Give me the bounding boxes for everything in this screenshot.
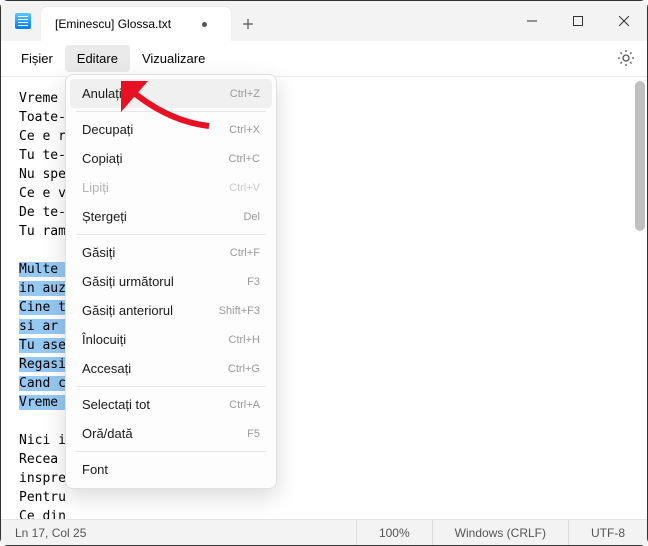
menu-item-shortcut: Ctrl+H — [229, 334, 260, 346]
menu-item-ordat[interactable]: Oră/dată F5 — [70, 419, 272, 448]
statusbar: Ln 17, Col 25 100% Windows (CRLF) UTF-8 — [1, 519, 647, 545]
menu-item-decupai[interactable]: Decupați Ctrl+X — [70, 115, 272, 144]
notepad-app-icon — [15, 13, 31, 29]
menu-vizualizare[interactable]: Vizualizare — [130, 45, 217, 72]
tab-title: [Eminescu] Glossa.txt — [55, 17, 192, 31]
menu-item-copiai[interactable]: Copiați Ctrl+C — [70, 144, 272, 173]
menu-item-shortcut: Ctrl+X — [229, 124, 260, 136]
menu-item-gsiianteriorul[interactable]: Găsiți anteriorul Shift+F3 — [70, 296, 272, 325]
minimize-icon — [527, 16, 537, 26]
menu-item-label: Găsiți — [82, 245, 115, 260]
maximize-button[interactable] — [555, 1, 601, 41]
menu-item-anulai[interactable]: Anulați Ctrl+Z — [70, 79, 272, 108]
menu-item-shortcut: F5 — [247, 428, 260, 440]
menu-editare[interactable]: Editare — [65, 45, 130, 72]
menu-item-shortcut: Ctrl+Z — [230, 88, 260, 100]
minimize-button[interactable] — [509, 1, 555, 41]
menu-item-shortcut: Del — [243, 211, 260, 223]
menu-item-selectaitot[interactable]: Selectați tot Ctrl+A — [70, 390, 272, 419]
menu-item-shortcut: Ctrl+A — [229, 399, 260, 411]
gear-icon — [617, 49, 635, 67]
menu-item-label: Găsiți anteriorul — [82, 303, 173, 318]
menu-item-shortcut: F3 — [247, 276, 260, 288]
scrollbar-thumb[interactable] — [635, 81, 645, 231]
menu-item-accesai[interactable]: Accesați Ctrl+G — [70, 354, 272, 383]
menu-item-gsii[interactable]: Găsiți Ctrl+F — [70, 238, 272, 267]
new-tab-button[interactable] — [231, 7, 265, 41]
menu-item-tergei[interactable]: Ștergeți Del — [70, 202, 272, 231]
menubar: FișierEditareVizualizare — [1, 41, 647, 77]
menu-item-label: Anulați — [82, 86, 122, 101]
plus-icon — [242, 18, 254, 30]
line-ending[interactable]: Windows (CRLF) — [432, 520, 568, 545]
menu-item-shortcut: Ctrl+C — [229, 153, 260, 165]
menu-fișier[interactable]: Fișier — [9, 45, 65, 72]
titlebar: [Eminescu] Glossa.txt — [1, 1, 647, 41]
menu-item-label: Ștergeți — [82, 209, 127, 224]
menu-separator — [76, 451, 266, 452]
menu-item-label: Găsiți următorul — [82, 274, 174, 289]
menu-item-shortcut: Shift+F3 — [219, 305, 260, 317]
editor-line: Pentru — [19, 488, 629, 507]
menu-item-gsiiurmtorul[interactable]: Găsiți următorul F3 — [70, 267, 272, 296]
vertical-scrollbar[interactable] — [635, 81, 645, 515]
maximize-icon — [573, 16, 583, 26]
menu-item-font[interactable]: Font — [70, 455, 272, 484]
encoding[interactable]: UTF-8 — [568, 520, 647, 545]
menu-item-nlocuii[interactable]: Înlocuiți Ctrl+H — [70, 325, 272, 354]
menu-separator — [76, 386, 266, 387]
menu-item-shortcut: Ctrl+V — [229, 182, 260, 194]
unsaved-indicator-icon — [202, 22, 207, 27]
menu-item-shortcut: Ctrl+G — [228, 363, 260, 375]
menu-item-label: Copiați — [82, 151, 122, 166]
zoom-level[interactable]: 100% — [356, 520, 432, 545]
menu-item-label: Decupați — [82, 122, 133, 137]
menu-item-label: Selectați tot — [82, 397, 150, 412]
close-icon — [619, 16, 629, 26]
close-button[interactable] — [601, 1, 647, 41]
window-controls — [509, 1, 647, 41]
menu-item-lipii: Lipiți Ctrl+V — [70, 173, 272, 202]
editor-line: Ce din — [19, 507, 629, 519]
document-tab[interactable]: [Eminescu] Glossa.txt — [41, 7, 231, 41]
menu-separator — [76, 111, 266, 112]
settings-button[interactable] — [617, 49, 635, 70]
menu-item-label: Înlocuiți — [82, 332, 126, 347]
cursor-position: Ln 17, Col 25 — [15, 526, 86, 540]
menu-item-shortcut: Ctrl+F — [230, 247, 260, 259]
menu-item-label: Font — [82, 462, 108, 477]
menu-item-label: Oră/dată — [82, 426, 133, 441]
menu-item-label: Accesați — [82, 361, 131, 376]
menu-separator — [76, 234, 266, 235]
edit-menu-dropdown: Anulați Ctrl+Z Decupați Ctrl+X Copiați Ctrl+C… — [65, 74, 277, 489]
menu-item-label: Lipiți — [82, 180, 109, 195]
